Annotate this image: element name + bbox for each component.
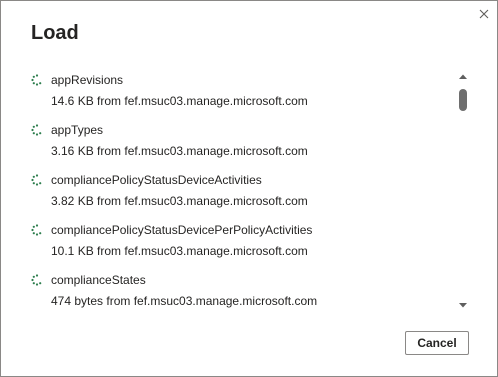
dialog-title: Load xyxy=(31,22,79,44)
list-item: complianceStates 474 bytes from fef.msuc… xyxy=(31,267,451,311)
loading-spinner-icon xyxy=(31,274,42,286)
item-detail: 14.6 KB from fef.msuc03.manage.microsoft… xyxy=(51,94,308,108)
item-name: compliancePolicyStatusDevicePerPolicyAct… xyxy=(51,223,313,237)
item-detail: 474 bytes from fef.msuc03.manage.microso… xyxy=(51,294,318,308)
load-item-list[interactable]: appRevisions 14.6 KB from fef.msuc03.man… xyxy=(31,67,451,311)
cancel-button[interactable]: Cancel xyxy=(405,331,469,355)
loading-spinner-icon xyxy=(31,74,42,86)
item-name: compliancePolicyStatusDeviceActivities xyxy=(51,173,262,187)
list-item: compliancePolicyStatusDevicePerPolicyAct… xyxy=(31,217,451,267)
scroll-up-arrow-icon[interactable] xyxy=(459,73,467,81)
loading-spinner-icon xyxy=(31,124,42,136)
item-name: appRevisions xyxy=(51,73,124,87)
list-item: appRevisions 14.6 KB from fef.msuc03.man… xyxy=(31,67,451,117)
loading-spinner-icon xyxy=(31,224,42,236)
list-item: compliancePolicyStatusDeviceActivities 3… xyxy=(31,167,451,217)
item-detail: 10.1 KB from fef.msuc03.manage.microsoft… xyxy=(51,244,308,258)
item-detail: 3.82 KB from fef.msuc03.manage.microsoft… xyxy=(51,194,308,208)
loading-spinner-icon xyxy=(31,174,42,186)
item-name: appTypes xyxy=(51,123,104,137)
item-detail: 3.16 KB from fef.msuc03.manage.microsoft… xyxy=(51,144,308,158)
close-icon xyxy=(479,9,489,19)
vertical-scrollbar[interactable] xyxy=(457,73,469,309)
load-dialog: Load appRevisions 14.6 KB from fef.msuc0… xyxy=(0,0,498,377)
close-button[interactable] xyxy=(475,5,493,23)
scroll-down-arrow-icon[interactable] xyxy=(459,301,467,309)
list-item: appTypes 3.16 KB from fef.msuc03.manage.… xyxy=(31,117,451,167)
item-name: complianceStates xyxy=(51,273,146,287)
scrollbar-thumb[interactable] xyxy=(459,89,467,111)
